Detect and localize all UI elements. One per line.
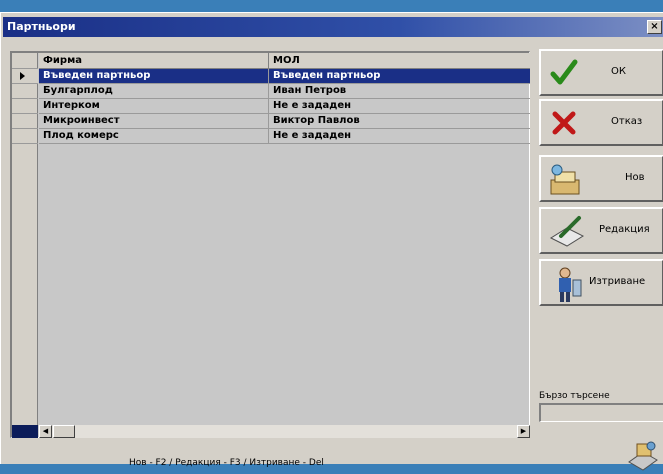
delete-button[interactable]: Изтриване <box>539 259 663 306</box>
cell-mol[interactable]: Не е зададен <box>269 129 530 144</box>
indicator-row[interactable] <box>12 99 38 114</box>
check-icon <box>550 59 578 85</box>
indicator-current-row[interactable] <box>12 69 38 84</box>
close-icon: × <box>650 21 659 32</box>
current-row-arrow-icon <box>20 72 25 80</box>
grid-corner-strip <box>12 425 38 438</box>
table-row[interactable]: Интерком Не е зададен <box>39 99 530 114</box>
indicator-row[interactable] <box>12 84 38 99</box>
column-header-mol[interactable]: МОЛ <box>269 53 530 69</box>
table-row[interactable]: Булгарплод Иван Петров <box>39 84 530 99</box>
indicator-row[interactable] <box>12 129 38 144</box>
indicator-header <box>12 53 38 69</box>
indicator-row[interactable] <box>12 114 38 129</box>
partners-window: Партньори × Фирма МОЛ Въведен партньор В… <box>0 12 663 471</box>
scroll-left-icon: ◀ <box>42 427 49 435</box>
cancel-button[interactable]: Отказ <box>539 99 663 146</box>
ok-label: ОК <box>611 66 626 77</box>
row-indicator-column <box>12 53 38 437</box>
cell-mol[interactable]: Иван Петров <box>269 84 530 99</box>
cell-mol[interactable]: Не е зададен <box>269 99 530 114</box>
title-bar[interactable]: Партньори × <box>3 17 663 37</box>
new-button[interactable]: Нов <box>539 155 663 202</box>
cell-firm[interactable]: Булгарплод <box>39 84 269 99</box>
new-label: Нов <box>625 172 645 183</box>
cell-firm[interactable]: Интерком <box>39 99 269 114</box>
cell-mol[interactable]: Виктор Павлов <box>269 114 530 129</box>
keyboard-shortcuts-hint: Нов - F2 / Редакция - F3 / Изтриване - D… <box>129 458 324 468</box>
scroll-left-button[interactable]: ◀ <box>39 425 52 438</box>
table-row[interactable]: Плод комерс Не е зададен <box>39 129 530 144</box>
partners-grid[interactable]: Фирма МОЛ Въведен партньор Въведен партн… <box>10 51 530 438</box>
ok-button[interactable]: ОК <box>539 49 663 96</box>
cell-mol[interactable]: Въведен партньор <box>269 69 530 84</box>
cell-firm[interactable]: Микроинвест <box>39 114 269 129</box>
column-header-firm[interactable]: Фирма <box>39 53 269 69</box>
new-record-icon <box>550 164 580 195</box>
scroll-right-icon: ▶ <box>520 427 527 435</box>
horizontal-scrollbar[interactable]: ◀ ▶ <box>39 425 530 438</box>
scroll-thumb[interactable] <box>53 425 75 438</box>
cell-firm[interactable]: Плод комерс <box>39 129 269 144</box>
table-row[interactable]: Въведен партньор Въведен партньор <box>39 69 530 84</box>
quick-search-input[interactable] <box>539 403 663 422</box>
edit-label: Редакция <box>599 224 650 235</box>
delete-person-icon <box>559 267 582 302</box>
close-button[interactable]: × <box>647 20 662 34</box>
scroll-right-button[interactable]: ▶ <box>517 425 530 438</box>
edit-pen-icon <box>549 216 585 247</box>
cross-icon <box>552 111 576 135</box>
window-title: Партньори <box>7 20 76 33</box>
quick-search-label: Бързо търсене <box>539 391 610 401</box>
edit-button[interactable]: Редакция <box>539 207 663 254</box>
table-row[interactable]: Микроинвест Виктор Павлов <box>39 114 530 129</box>
app-logo-icon <box>628 441 658 471</box>
delete-label: Изтриване <box>589 276 646 287</box>
cell-firm[interactable]: Въведен партньор <box>39 69 269 84</box>
cancel-label: Отказ <box>611 116 643 127</box>
